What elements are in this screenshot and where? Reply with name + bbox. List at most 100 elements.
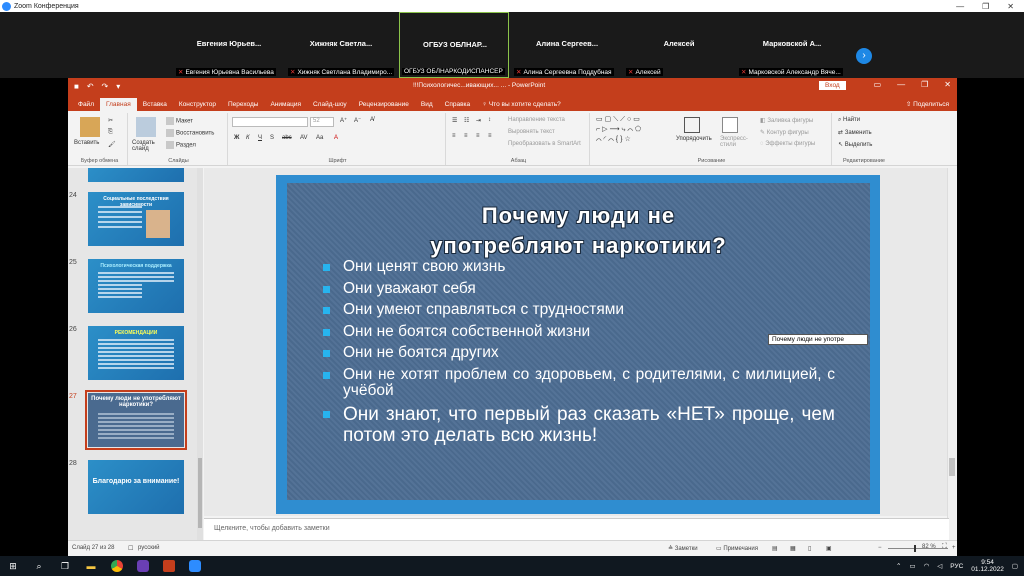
strikethrough-icon[interactable]: abc [282, 135, 292, 141]
tab-animations[interactable]: Анимация [264, 98, 307, 111]
find-button[interactable]: ⌕ Найти [838, 117, 860, 124]
char-spacing-icon[interactable]: AV [300, 135, 308, 141]
shadow-icon[interactable]: S [270, 135, 274, 141]
spellcheck-icon[interactable]: ☐ [128, 545, 133, 552]
section-button[interactable]: Раздел [166, 141, 196, 149]
change-case-icon[interactable]: Aa [316, 135, 323, 141]
copy-icon[interactable]: ⎘ [108, 129, 113, 136]
maximize-icon[interactable]: ❐ [982, 2, 989, 11]
participant-tile-active-speaker[interactable]: ОГБУЗ ОБЛНАР... ОГБУЗ ОБЛНАРКОДИСПАНСЕР [399, 12, 509, 78]
reset-button[interactable]: Восстановить [166, 129, 214, 137]
network-icon[interactable]: ◠ [924, 562, 930, 570]
volume-icon[interactable]: ◁ [937, 562, 942, 570]
align-text-button[interactable]: Выровнять текст [508, 129, 555, 135]
new-slide-icon[interactable] [136, 117, 156, 137]
indent-icon[interactable]: ⇥ [476, 117, 481, 124]
bold-icon[interactable]: Ж [234, 135, 239, 141]
slide-thumbnail-25[interactable]: Психологическая поддержка [88, 259, 184, 313]
notes-pane[interactable]: Щелкните, чтобы добавить заметки [204, 518, 949, 540]
tab-design[interactable]: Конструктор [173, 98, 222, 111]
select-button[interactable]: ↖ Выделить [838, 141, 872, 148]
replace-button[interactable]: ⇄ Заменить [838, 129, 872, 136]
text-direction-button[interactable]: Направление текста [508, 117, 565, 123]
zoom-out-icon[interactable]: − [878, 545, 882, 551]
font-name-field[interactable] [232, 117, 308, 127]
bullets-icon[interactable]: ☰ [452, 117, 457, 124]
scrollbar-thumb[interactable] [949, 458, 955, 476]
powerpoint-icon[interactable] [162, 559, 176, 573]
tell-me-search[interactable]: ♀ Что вы хотите сделать? [476, 98, 567, 111]
slide-sorter-icon[interactable]: ▦ [790, 545, 796, 552]
slide-thumbnail-27-selected[interactable]: Почему люди не употребляют наркотики? [85, 390, 187, 450]
normal-view-icon[interactable]: ▤ [772, 545, 778, 552]
file-explorer-icon[interactable]: ▬ [84, 559, 98, 573]
participant-tile[interactable]: Алина Сергеев... ✕ Алина Сергеевна Поддуб… [512, 12, 622, 78]
next-participants-button[interactable]: › [856, 48, 872, 64]
signin-button[interactable]: Вход [819, 81, 846, 90]
grow-font-icon[interactable]: A⁺ [340, 117, 347, 124]
slide-thumbnail-24[interactable]: Социальные последствия зависимости [88, 192, 184, 246]
slide-thumbnail-26[interactable]: РЕКОМЕНДАЦИИ [88, 326, 184, 380]
arrange-button[interactable]: Упорядочить [676, 136, 712, 142]
app-icon[interactable] [136, 559, 150, 573]
slide-thumbnail-28[interactable]: Благодарю за внимание! [88, 460, 184, 514]
participant-tile[interactable]: Алексей ✕ Алексей [624, 12, 734, 78]
quick-styles-icon[interactable] [722, 117, 738, 133]
redo-icon[interactable]: ↷ [102, 82, 109, 91]
slide-thumbnail[interactable] [88, 168, 184, 182]
participant-tile[interactable]: Марковской А... ✕ Марковской Александр Вя… [737, 12, 847, 78]
shapes-gallery[interactable]: ▭▢⟍⟋○▭ ⌐▷⟶⤷⌒⬠ ⌒◜⌒{}☆ [596, 115, 674, 147]
tab-review[interactable]: Рецензирование [353, 98, 415, 111]
restore-icon[interactable]: ❐ [921, 80, 928, 89]
tab-help[interactable]: Справка [439, 98, 477, 111]
shrink-font-icon[interactable]: A⁻ [354, 117, 361, 124]
task-view-icon[interactable]: ❐ [58, 559, 72, 573]
shape-fill-button[interactable]: ◧ Заливка фигуры [760, 117, 813, 124]
slide-bullet-list[interactable]: Они ценят свою жизнь Они уважают себя Он… [323, 259, 835, 452]
ribbon-display-icon[interactable]: ▭ [874, 80, 882, 89]
tab-home[interactable]: Главная [99, 98, 137, 111]
tab-slideshow[interactable]: Слайд-шоу [307, 98, 353, 111]
minimize-icon[interactable]: — [956, 2, 964, 11]
align-center-icon[interactable]: ≡ [464, 133, 468, 139]
windows-start-icon[interactable]: ⊞ [6, 559, 20, 573]
clock[interactable]: 9:54 01.12.2022 [971, 559, 1004, 573]
close-icon[interactable]: ✕ [1007, 2, 1014, 11]
clear-formatting-icon[interactable]: A̸ [370, 117, 374, 123]
line-spacing-icon[interactable]: ↕ [488, 117, 491, 123]
layout-button[interactable]: Макет [166, 117, 193, 125]
font-color-icon[interactable]: A [334, 135, 338, 141]
comments-button[interactable]: ▭ Примечания [716, 545, 758, 552]
zoom-slider-thumb[interactable] [914, 545, 916, 552]
notes-button[interactable]: ≙ Заметки [668, 545, 698, 552]
save-icon[interactable]: ■ [74, 82, 79, 91]
align-left-icon[interactable]: ≡ [452, 133, 456, 139]
language-indicator[interactable]: РУС [950, 563, 963, 570]
shape-outline-button[interactable]: ✎ Контур фигуры [760, 129, 809, 136]
search-icon[interactable]: ⌕ [32, 559, 46, 573]
reading-view-icon[interactable]: ▯ [808, 545, 811, 552]
minimize-icon[interactable]: — [897, 80, 905, 89]
numbering-icon[interactable]: ☷ [464, 117, 469, 124]
zoom-level[interactable]: 82 % [922, 544, 936, 550]
zoom-app-icon[interactable] [188, 559, 202, 573]
smartart-button[interactable]: Преобразовать в SmartArt [508, 141, 581, 147]
slide-scrollbar[interactable] [947, 168, 956, 540]
tab-view[interactable]: Вид [415, 98, 439, 111]
zoom-slider[interactable] [888, 545, 948, 552]
italic-icon[interactable]: К [246, 135, 250, 141]
battery-icon[interactable]: ▭ [909, 562, 915, 570]
customize-icon[interactable]: ▾ [116, 82, 120, 91]
undo-icon[interactable]: ↶ [87, 82, 94, 91]
format-painter-icon[interactable]: 🖌 [108, 141, 116, 148]
new-slide-button[interactable]: Создать слайд [132, 140, 162, 152]
slide-title[interactable]: Почему люди не употребляют наркотики? [287, 201, 870, 261]
scrollbar-thumb[interactable] [198, 458, 202, 528]
share-button[interactable]: ⇧ Поделиться [898, 97, 957, 111]
close-icon[interactable]: ✕ [944, 80, 951, 89]
fit-to-window-icon[interactable]: ⛶ [942, 543, 947, 551]
tray-chevron-icon[interactable]: ⌃ [896, 562, 901, 570]
quick-styles-button[interactable]: Экспресс-стили [720, 136, 752, 148]
chrome-icon[interactable] [110, 559, 124, 573]
notifications-icon[interactable]: ▢ [1012, 562, 1018, 570]
